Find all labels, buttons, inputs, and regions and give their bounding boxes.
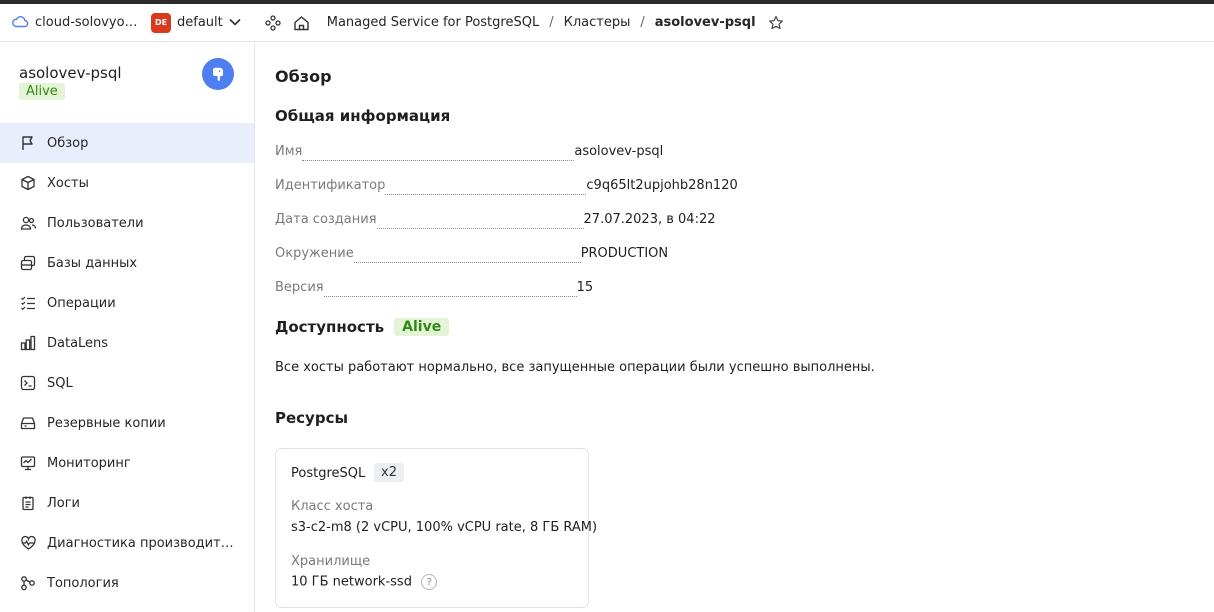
info-value: 15 — [576, 280, 594, 295]
sidebar-nav: Обзор Хосты Пользователи Базы данных Опе… — [0, 123, 254, 603]
top-header: cloud-solovyov... DE default Managed Ser… — [0, 4, 1214, 42]
availability-badge: Alive — [394, 318, 450, 336]
sidebar-item-backups[interactable]: Резервные копии — [0, 403, 254, 443]
dot-leader — [376, 228, 584, 229]
bar-chart-icon — [19, 334, 37, 352]
resource-name: PostgreSQL — [291, 466, 366, 481]
resource-card: PostgreSQL x2 Класс хоста s3-c2-m8 (2 vC… — [275, 448, 597, 608]
info-key: Имя — [275, 144, 303, 159]
storage-size: 10 ГБ — [291, 574, 329, 590]
availability-row: Доступность Alive — [275, 318, 450, 336]
sidebar-item-databases[interactable]: Базы данных — [0, 243, 254, 283]
sidebar-item-label: Логи — [47, 495, 81, 511]
info-key: Версия — [275, 280, 324, 295]
topology-icon — [19, 574, 37, 592]
page-title: Обзор — [275, 67, 332, 86]
breadcrumb-separator: / — [549, 15, 554, 30]
host-class-label: Класс хоста — [291, 499, 374, 514]
general-info-title: Общая информация — [275, 107, 451, 125]
cloud-selector[interactable]: cloud-solovyov... — [11, 14, 138, 32]
sidebar-item-hosts[interactable]: Хосты — [0, 163, 254, 203]
breadcrumb-current: asolovev-psql — [654, 15, 756, 30]
info-value: 27.07.2023, в 04:22 — [583, 212, 716, 227]
sidebar-item-diagnostics[interactable]: Диагностика производитель... — [0, 523, 254, 563]
sidebar-item-label: Хосты — [47, 175, 89, 191]
cube-icon — [19, 174, 37, 192]
status-badge: Alive — [19, 83, 65, 100]
sidebar-item-label: DataLens — [47, 335, 109, 351]
sidebar-item-label: Топология — [47, 575, 119, 591]
sidebar-item-users[interactable]: Пользователи — [0, 203, 254, 243]
host-count-badge: x2 — [374, 463, 404, 482]
databases-icon — [19, 254, 37, 272]
info-key: Идентификатор — [275, 178, 386, 193]
breadcrumb-separator: / — [640, 15, 645, 30]
resources-title: Ресурсы — [275, 409, 349, 427]
info-value: asolovev-psql — [574, 144, 664, 159]
dot-leader — [302, 160, 575, 161]
services-icon[interactable] — [265, 14, 281, 31]
availability-description: Все хосты работают нормально, все запуще… — [275, 360, 875, 375]
sidebar-item-label: Мониторинг — [47, 455, 131, 471]
sidebar-item-label: Пользователи — [47, 215, 144, 231]
info-row-id: Идентификатор c9q65lt2upjohb28n120 — [275, 178, 738, 198]
home-icon[interactable] — [293, 15, 310, 31]
postgresql-icon — [202, 58, 234, 90]
sidebar-item-operations[interactable]: Операции — [0, 283, 254, 323]
availability-title: Доступность — [275, 318, 385, 336]
sidebar-item-label: Резервные копии — [47, 415, 166, 431]
info-value[interactable]: c9q65lt2upjohb28n120 — [586, 178, 737, 193]
sidebar-item-label: Диагностика производитель... — [47, 535, 237, 551]
sidebar-item-sql[interactable]: SQL — [0, 363, 254, 403]
breadcrumb-service[interactable]: Managed Service for PostgreSQL — [327, 15, 539, 30]
flag-icon — [19, 134, 37, 152]
info-key: Дата создания — [275, 212, 377, 227]
logs-icon — [19, 494, 37, 512]
cluster-name: asolovev-psql — [19, 64, 122, 82]
folder-name: default — [177, 15, 223, 30]
info-row-name: Имя asolovev-psql — [275, 144, 715, 164]
storage-label: Хранилище — [291, 554, 371, 569]
storage-value: 10 ГБ network-ssd ? — [291, 574, 438, 590]
sidebar-item-overview[interactable]: Обзор — [0, 123, 254, 163]
dot-leader — [353, 262, 581, 263]
sidebar-item-label: Обзор — [47, 135, 89, 151]
users-icon — [19, 214, 37, 232]
cluster-header: asolovev-psql Alive — [0, 43, 254, 123]
folder-badge: DE — [151, 12, 171, 33]
info-row-created: Дата создания 27.07.2023, в 04:22 — [275, 212, 716, 232]
cloud-icon — [11, 14, 29, 32]
folder-selector[interactable]: DE default — [151, 12, 241, 33]
info-key: Окружение — [275, 246, 354, 261]
sidebar: asolovev-psql Alive Обзор Хосты Пользова… — [0, 43, 255, 612]
sidebar-item-label: SQL — [47, 375, 73, 391]
sidebar-item-topology[interactable]: Топология — [0, 563, 254, 603]
chevron-down-icon — [229, 15, 241, 30]
terminal-icon — [19, 374, 37, 392]
dot-leader — [385, 194, 587, 195]
host-class-value: s3-c2-m8 (2 vCPU, 100% vCPU rate, 8 ГБ R… — [291, 520, 598, 535]
cloud-name: cloud-solovyov... — [35, 15, 138, 30]
breadcrumb-clusters[interactable]: Кластеры — [564, 15, 631, 30]
sidebar-item-logs[interactable]: Логи — [0, 483, 254, 523]
sidebar-item-label: Базы данных — [47, 255, 138, 271]
dot-leader — [323, 296, 577, 297]
info-row-version: Версия 15 — [275, 280, 715, 300]
backup-icon — [19, 414, 37, 432]
sidebar-item-monitoring[interactable]: Мониторинг — [0, 443, 254, 483]
sidebar-item-label: Операции — [47, 295, 116, 311]
help-icon[interactable]: ? — [421, 574, 438, 590]
info-row-environment: Окружение PRODUCTION — [275, 246, 715, 266]
storage-type: network-ssd — [332, 574, 412, 590]
monitor-icon — [19, 454, 37, 472]
list-check-icon — [19, 294, 37, 312]
info-value: PRODUCTION — [580, 246, 669, 261]
heartbeat-icon — [19, 534, 37, 552]
star-icon[interactable] — [768, 15, 784, 31]
sidebar-item-datalens[interactable]: DataLens — [0, 323, 254, 363]
